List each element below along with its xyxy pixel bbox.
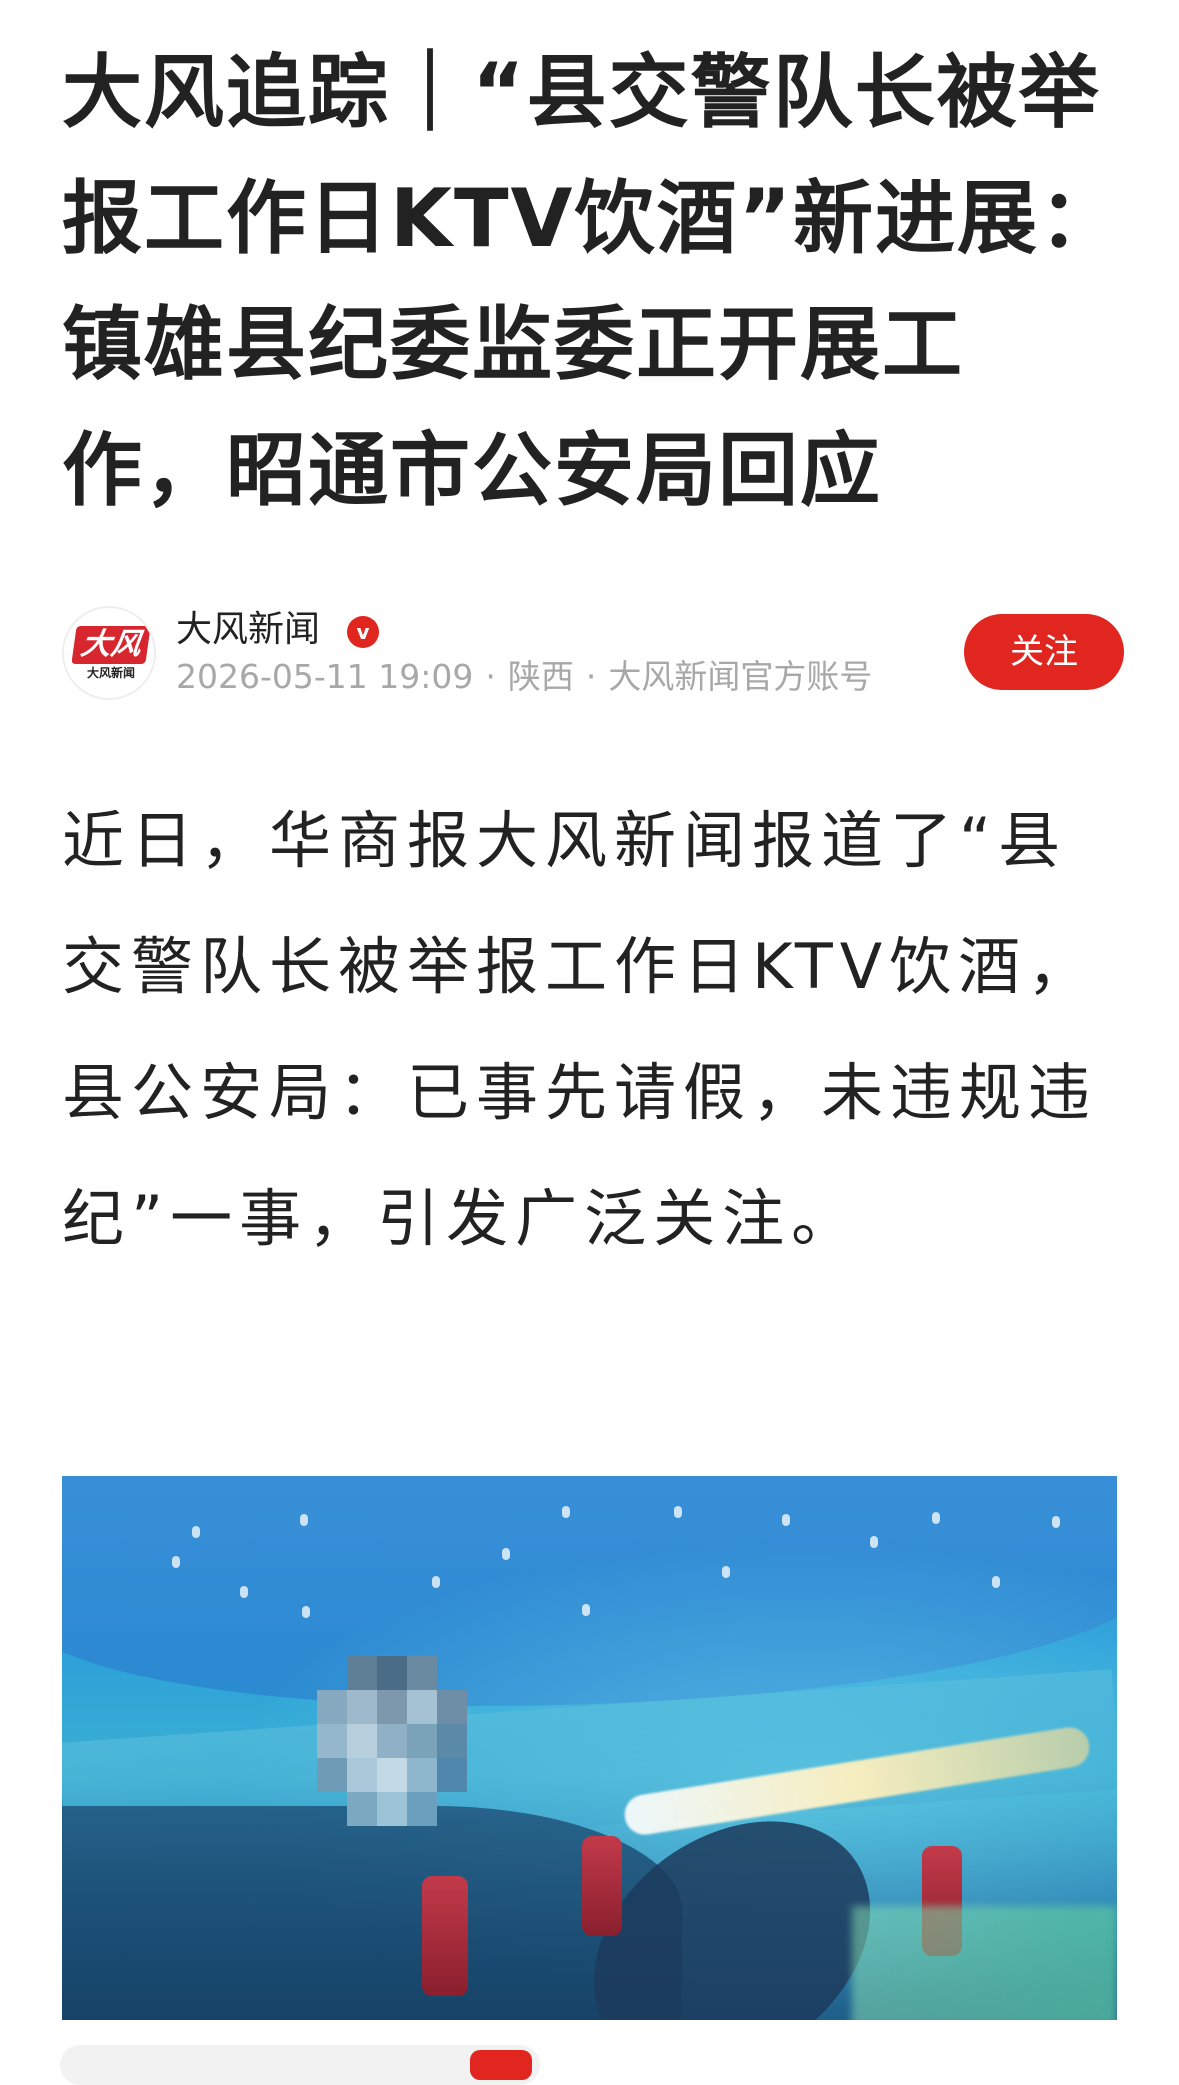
article-paragraph: 近日，华商报大风新闻报道了“县交警队长被举报工作日KTV饮酒，县公安局：已事先请…	[62, 804, 1098, 1255]
pixelated-face	[317, 1656, 467, 1826]
pixel-block	[377, 1758, 407, 1792]
article: 大风追踪｜“县交警队长被举报工作日KTV饮酒”新进展：镇雄县纪委监委正开展工作，…	[0, 0, 1179, 2085]
pixel-block	[347, 1724, 377, 1758]
pixel-block	[347, 1656, 377, 1690]
photo-light-dot	[782, 1514, 790, 1526]
photo-light-dot	[240, 1586, 248, 1598]
pixel-block	[407, 1792, 437, 1826]
photo-light-dot	[172, 1556, 180, 1568]
photo-light-dot	[502, 1548, 510, 1560]
photo-light-dot	[870, 1536, 878, 1548]
meta-separator: ·	[585, 657, 597, 696]
meta-separator: ·	[485, 657, 496, 696]
photo-light-dot	[582, 1604, 590, 1616]
pixel-block	[347, 1792, 377, 1826]
photo-light-dot	[722, 1566, 730, 1578]
pixel-block	[437, 1724, 467, 1758]
author-logo: 大风 大风新闻	[71, 626, 151, 682]
pixel-block	[437, 1690, 467, 1724]
pixel-block	[377, 1792, 407, 1826]
author-row: 大风 大风新闻 大风新闻 v 2026-05-11 19:09 · 陕西 · 大风新闻官…	[62, 606, 1124, 702]
pixel-block	[407, 1758, 437, 1792]
photo-bottle	[422, 1876, 468, 1996]
account-type: 大风新闻官方账号	[608, 657, 873, 696]
bottom-badge	[470, 2050, 532, 2080]
bottom-comment-bar[interactable]	[60, 2045, 540, 2085]
photo-green-glow	[852, 1906, 1117, 2020]
photo-light-dot	[300, 1514, 308, 1526]
photo-light-dot	[432, 1576, 440, 1588]
pixel-block	[347, 1758, 377, 1792]
photo-light-dot	[1052, 1516, 1060, 1528]
author-avatar[interactable]: 大风 大风新闻	[62, 606, 156, 700]
pixel-block	[377, 1690, 407, 1724]
pixel-block	[377, 1724, 407, 1758]
author-logo-caption: 大风新闻	[86, 666, 135, 680]
photo-light-dot	[302, 1606, 310, 1618]
pixel-block	[317, 1724, 347, 1758]
article-title: 大风追踪｜“县交警队长被举报工作日KTV饮酒”新进展：镇雄县纪委监委正开展工作，…	[62, 46, 1122, 517]
photo-light-dot	[562, 1506, 570, 1518]
pixel-block	[407, 1656, 437, 1690]
pixel-block	[437, 1758, 467, 1792]
author-name[interactable]: 大风新闻	[176, 608, 320, 652]
author-logo-mark: 大风	[71, 626, 151, 664]
photo-light-dot	[992, 1576, 1000, 1588]
pixel-block	[317, 1758, 347, 1792]
publish-datetime: 2026-05-11 19:09	[176, 657, 474, 696]
photo-light-dot	[192, 1526, 200, 1538]
photo-bottle	[582, 1836, 622, 1936]
publish-location: 陕西	[507, 657, 574, 696]
pixel-block	[347, 1690, 377, 1724]
follow-button[interactable]: 关注	[964, 614, 1124, 690]
photo-light-dot	[932, 1512, 940, 1524]
pixel-block	[407, 1724, 437, 1758]
verified-icon: v	[347, 616, 379, 648]
pixel-block	[317, 1690, 347, 1724]
photo-light-dot	[674, 1506, 682, 1518]
article-meta: 2026-05-11 19:09 · 陕西 · 大风新闻官方账号	[176, 656, 872, 698]
article-image[interactable]	[62, 1476, 1117, 2020]
pixel-block	[377, 1656, 407, 1690]
pixel-block	[407, 1690, 437, 1724]
